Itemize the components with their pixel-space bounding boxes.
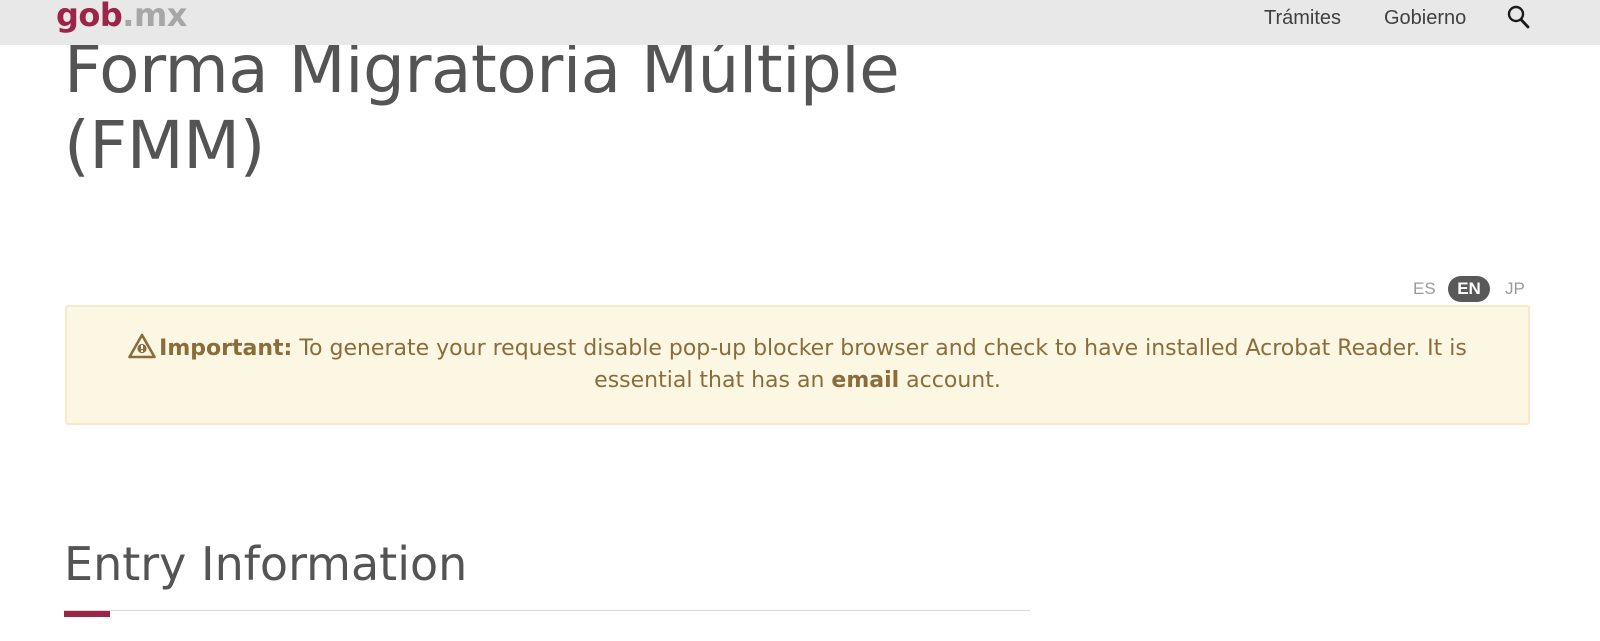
alert-email-emphasis: email [831,368,900,393]
language-es-button[interactable]: ES [1413,276,1436,302]
important-alert: Important: To generate your request disa… [65,305,1530,425]
nav-link-gobierno[interactable]: Gobierno [1384,6,1466,30]
section-title-entry-information: Entry Information [64,537,468,591]
language-jp-button[interactable]: JP [1505,276,1525,302]
top-navbar: gob.mx Trámites Gobierno [0,0,1600,45]
alert-label: Important: [159,336,293,361]
search-icon[interactable] [1506,3,1532,31]
nav-link-tramites[interactable]: Trámites [1264,6,1341,30]
alert-text-end: account. [899,368,1001,393]
language-en-button[interactable]: EN [1448,276,1490,302]
section-accent-bar [64,611,110,617]
logo-mx-text: .mx [122,0,187,34]
warning-icon [128,333,156,359]
page-title: Forma Migratoria Múltiple (FMM) [64,31,900,184]
section-divider [64,610,1030,611]
logo-gob-text: gob [56,0,123,34]
gob-mx-logo[interactable]: gob.mx [56,0,187,32]
